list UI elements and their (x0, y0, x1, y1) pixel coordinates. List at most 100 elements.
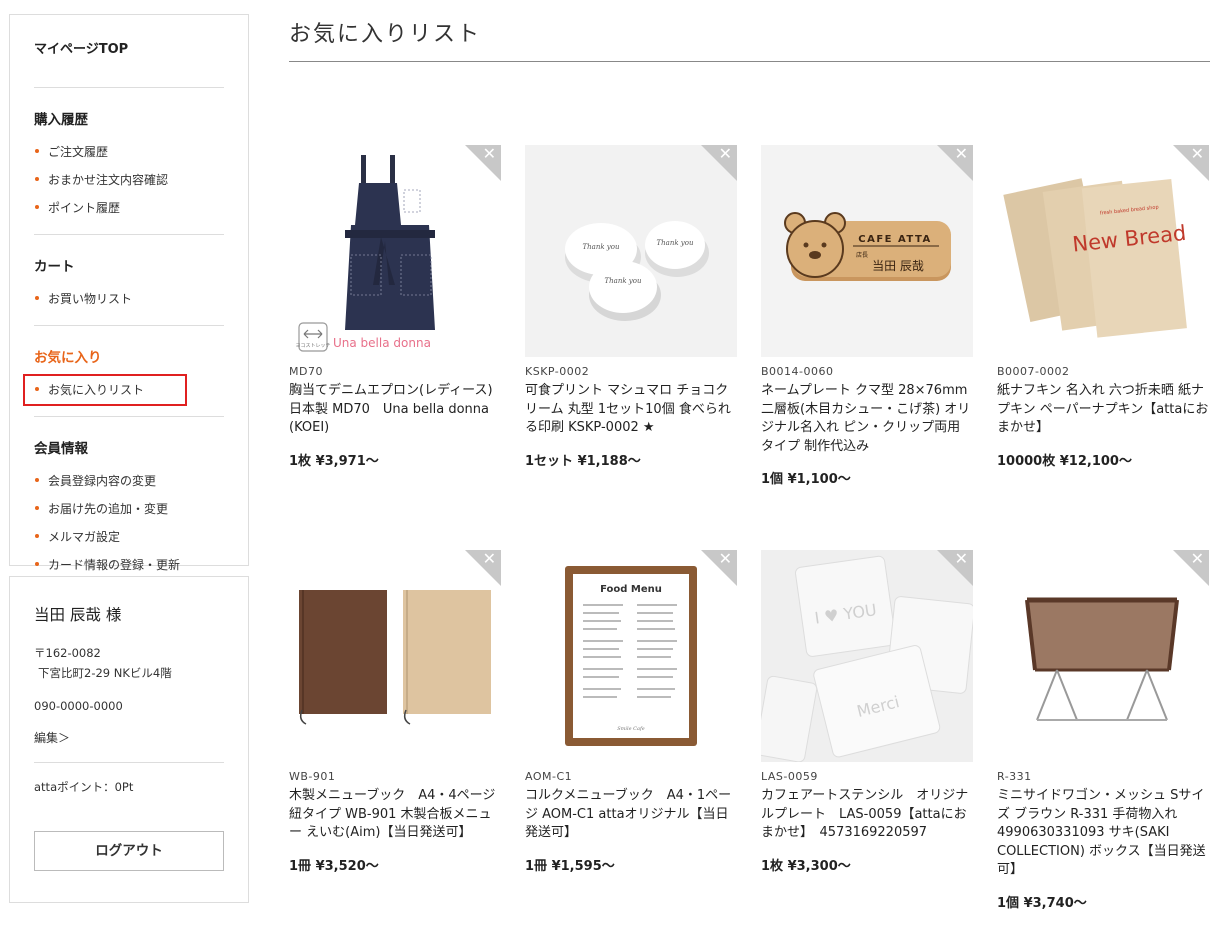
edit-profile-link[interactable]: 編集＞ (34, 731, 70, 745)
remove-favorite-button[interactable]: ✕ (937, 550, 973, 586)
bullet-icon (35, 534, 39, 538)
close-icon: ✕ (1190, 145, 1204, 163)
menu-item-favorites-list[interactable]: お気に入りリスト (23, 374, 187, 406)
user-postal-code: 〒162-0082 (34, 646, 101, 660)
product-code: WB-901 (289, 770, 336, 783)
bullet-icon (35, 506, 39, 510)
stretch-label: ヨコストレッチ (295, 343, 330, 349)
close-icon: ✕ (1190, 550, 1204, 568)
product-name-link[interactable]: ネームプレート クマ型 28×76mm 二層板(木目カシュー・こげ茶) オリジナ… (761, 382, 973, 456)
product-name-link[interactable]: ミニサイドワゴン・メッシュ Sサイズ ブラウン R-331 手荷物入れ 4990… (997, 787, 1209, 880)
brand-label: Una bella donna (333, 336, 431, 350)
menu-section-favorites: お気に入り お気に入りリスト (23, 326, 224, 417)
menu-section-member: 会員情報 会員登録内容の変更 お届け先の追加・変更 メルマガ設定 カード情報の登… (34, 417, 224, 591)
product-name-link[interactable]: 胸当てデニムエプロン(レディース) 日本製 MD70 Una bella don… (289, 382, 501, 438)
menu-title: Food Menu (600, 584, 662, 595)
product-name-link[interactable]: 紙ナフキン 名入れ 六つ折未晒 紙ナプキン ペーパーナプキン【attaにおまかせ… (997, 382, 1209, 438)
product-image[interactable]: Thank you Thank you Thank you ✕ (525, 145, 737, 357)
close-icon: ✕ (954, 145, 968, 163)
bullet-icon (35, 177, 39, 181)
product-code: MD70 (289, 365, 323, 378)
close-icon: ✕ (482, 550, 496, 568)
product-price: 1個 ¥1,100〜 (761, 472, 851, 487)
close-icon: ✕ (482, 145, 496, 163)
product-image[interactable]: fresh baked bread shop New Bread ✕ (997, 145, 1209, 357)
product-card: fresh baked bread shop New Bread ✕ B0007… (997, 145, 1209, 469)
product-name-link[interactable]: コルクメニューブック A4・1ページ AOM-C1 attaオリジナル【当日発送… (525, 787, 737, 843)
product-price: 1個 ¥3,740〜 (997, 895, 1087, 911)
menu-item-delivery-address[interactable]: お届け先の追加・変更 (34, 495, 224, 523)
mypage-top-link[interactable]: マイページTOP (34, 15, 224, 75)
product-price: 1セット ¥1,188〜 (525, 453, 641, 469)
product-name-link[interactable]: 木製メニューブック A4・4ページ 紐タイプ WB-901 木製合板メニュー え… (289, 787, 501, 843)
plate-name: 当田 辰哉 (872, 258, 924, 273)
menu-item-point-history[interactable]: ポイント履歴 (34, 194, 224, 222)
product-name-link[interactable]: 可食プリント マシュマロ チョコクリーム 丸型 1セット10個 食べられる印刷 … (525, 382, 737, 438)
product-image[interactable]: CAFE ATTA 店長 当田 辰哉 ✕ (761, 145, 973, 357)
product-price: 10000枚 ¥12,100〜 (997, 453, 1132, 469)
remove-favorite-button[interactable]: ✕ (1173, 145, 1209, 181)
product-name-link[interactable]: カフェアートステンシル オリジナルプレート LAS-0059【attaにおまかせ… (761, 787, 973, 843)
print-text: Thank you (604, 277, 641, 285)
product-price: 1冊 ¥3,520〜 (289, 858, 379, 874)
remove-favorite-button[interactable]: ✕ (465, 550, 501, 586)
bullet-icon (35, 296, 39, 300)
menu-item-label: お届け先の追加・変更 (48, 502, 169, 516)
menu-item-label: ご注文履歴 (48, 145, 109, 159)
menu-heading-member: 会員情報 (34, 441, 88, 457)
product-image[interactable]: ✕ (997, 550, 1209, 762)
product-image[interactable]: Food Menu Smile Cafe ✕ (525, 550, 737, 762)
menu-item-newsletter[interactable]: メルマガ設定 (34, 523, 224, 551)
remove-favorite-button[interactable]: ✕ (937, 145, 973, 181)
remove-favorite-button[interactable]: ✕ (701, 550, 737, 586)
menu-section-purchase: 購入履歴 ご注文履歴 おまかせ注文内容確認 ポイント履歴 (34, 88, 224, 235)
bullet-icon (35, 562, 39, 566)
product-card: ✕ R-331 ミニサイドワゴン・メッシュ Sサイズ ブラウン R-331 手荷… (997, 550, 1209, 911)
title-divider (289, 61, 1210, 62)
user-address: 〒162-0082 下宮比町2-29 NKビル4階 (34, 643, 224, 683)
product-image[interactable]: ✕ (289, 550, 501, 762)
bullet-icon (35, 149, 39, 153)
product-card: ヨコストレッチ Una bella donna ✕ MD70 胸当てデニムエプロ… (289, 145, 501, 469)
menu-item-label: メルマガ設定 (48, 530, 121, 544)
bullet-icon (35, 387, 39, 391)
mypage-menu: マイページTOP 購入履歴 ご注文履歴 おまかせ注文内容確認 ポイント履歴 カー… (9, 14, 249, 572)
menu-item-edit-registration[interactable]: 会員登録内容の変更 (34, 467, 224, 495)
menu-item-label: カード情報の登録・更新 (48, 558, 181, 572)
menu-item-label: お気に入りリスト (48, 383, 145, 397)
menu-item-omakase-orders[interactable]: おまかせ注文内容確認 (34, 166, 224, 194)
product-card: CAFE ATTA 店長 当田 辰哉 ✕ B0014-0060 ネームプレート … (761, 145, 973, 487)
menu-item-card-info[interactable]: カード情報の登録・更新 (34, 551, 224, 579)
remove-favorite-button[interactable]: ✕ (701, 145, 737, 181)
menu-item-label: お買い物リスト (48, 292, 133, 306)
user-street-address: 下宮比町2-29 NKビル4階 (38, 666, 172, 680)
close-icon: ✕ (954, 550, 968, 568)
menu-heading-favorites: お気に入り (34, 350, 102, 366)
logout-button[interactable]: ログアウト (34, 831, 224, 871)
print-text: Thank you (656, 239, 693, 247)
close-icon: ✕ (718, 145, 732, 163)
menu-item-label: おまかせ注文内容確認 (48, 173, 169, 187)
bullet-icon (35, 205, 39, 209)
product-image[interactable]: I ♥ YOU Merci ✕ (761, 550, 973, 762)
bullet-icon (35, 478, 39, 482)
user-phone: 090-0000-0000 (34, 699, 123, 713)
product-code: KSKP-0002 (525, 365, 590, 378)
product-price: 1枚 ¥3,300〜 (761, 858, 851, 874)
menu-heading-purchase: 購入履歴 (34, 112, 88, 128)
user-points: attaポイント：0Pt (34, 780, 134, 794)
product-image[interactable]: ヨコストレッチ Una bella donna ✕ (289, 145, 501, 357)
menu-item-shopping-list[interactable]: お買い物リスト (34, 285, 224, 313)
product-card: Food Menu Smile Cafe ✕ AOM-C1 コルクメニューブック… (525, 550, 737, 874)
product-price: 1冊 ¥1,595〜 (525, 858, 615, 874)
remove-favorite-button[interactable]: ✕ (1173, 550, 1209, 586)
product-code: LAS-0059 (761, 770, 818, 783)
remove-favorite-button[interactable]: ✕ (465, 145, 501, 181)
product-code: R-331 (997, 770, 1032, 783)
product-card: I ♥ YOU Merci ✕ LAS-0059 カフェアートステンシル オリジ… (761, 550, 973, 874)
product-card: ✕ WB-901 木製メニューブック A4・4ページ 紐タイプ WB-901 木… (289, 550, 501, 874)
menu-heading-cart: カート (34, 259, 75, 275)
close-icon: ✕ (718, 550, 732, 568)
product-code: B0014-0060 (761, 365, 834, 378)
menu-item-order-history[interactable]: ご注文履歴 (34, 138, 224, 166)
